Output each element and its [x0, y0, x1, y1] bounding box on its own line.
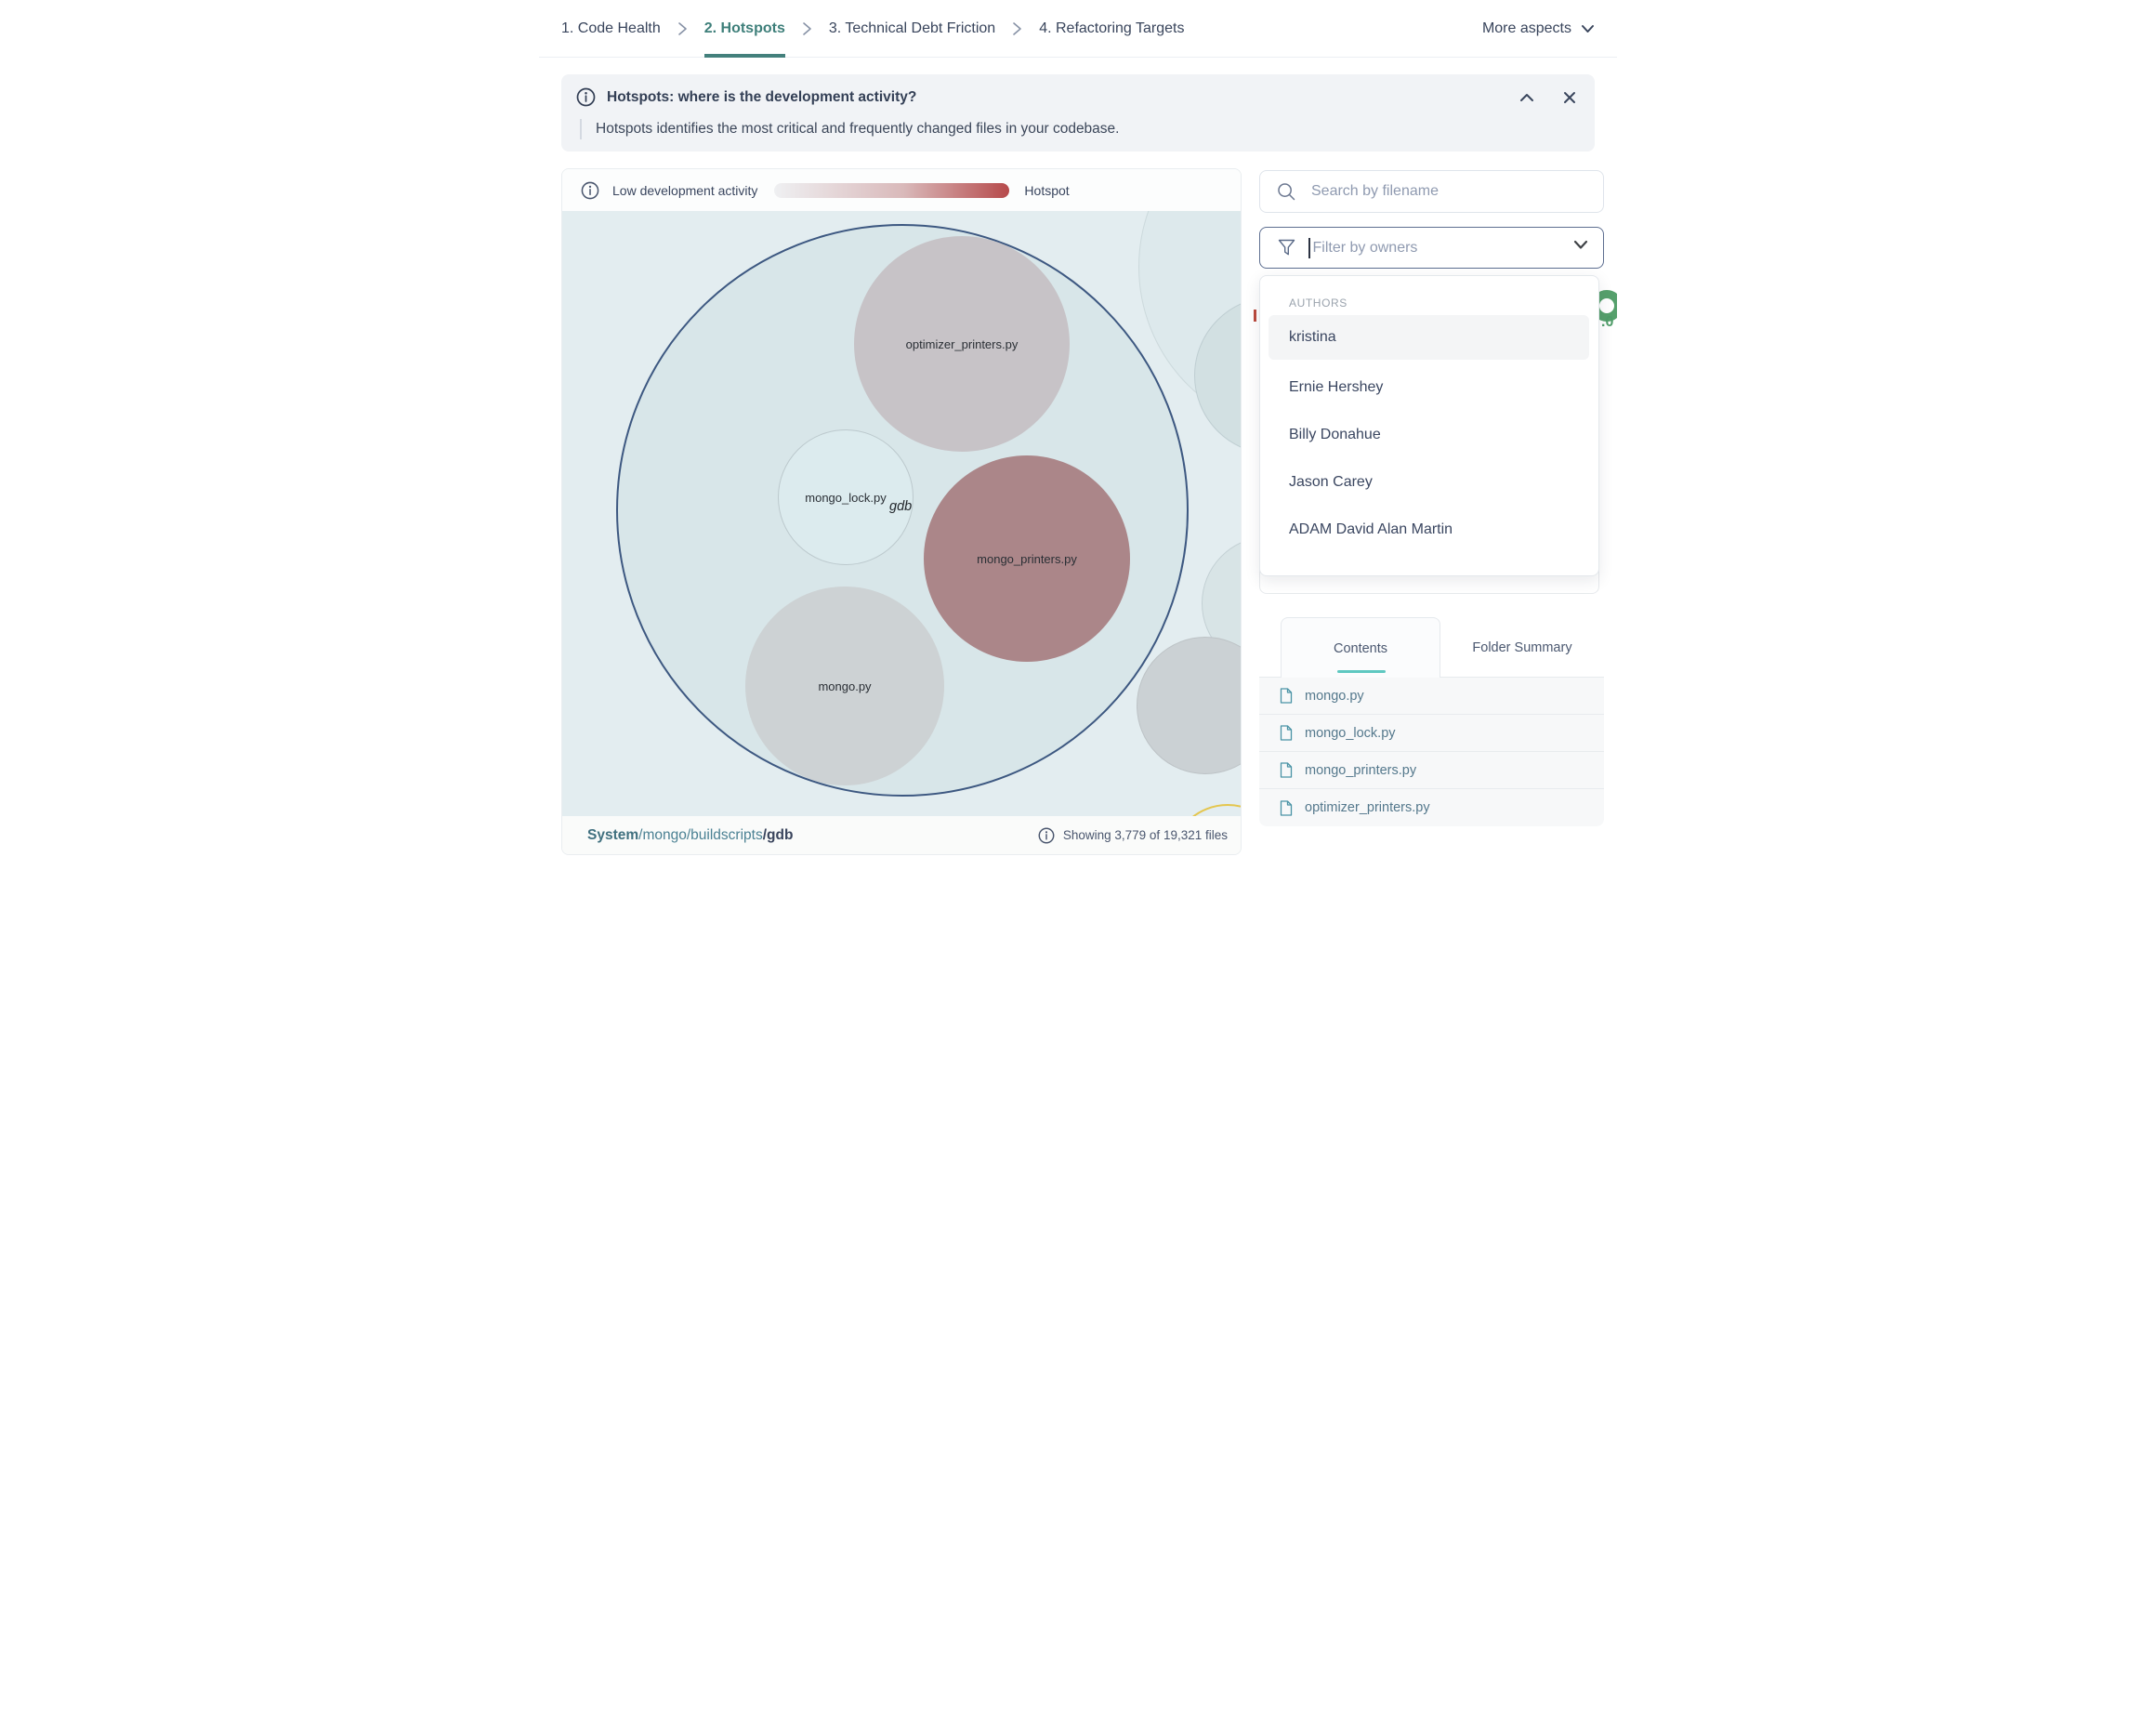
activity-legend: Low development activity Hotspot: [562, 169, 1241, 211]
sidebar-tabs: Contents Folder Summary: [1259, 617, 1604, 678]
banner-title: Hotspots: where is the development activ…: [607, 89, 916, 106]
filter-funnel-icon: [1278, 239, 1295, 257]
bubble-label: mongo_lock.py: [805, 491, 886, 505]
path-breadcrumb: System/mongo/buildscripts/gdb: [587, 827, 793, 844]
collapse-banner-button[interactable]: [1517, 87, 1537, 108]
bubble-label: optimizer_printers.py: [906, 337, 1019, 351]
search-placeholder: Search by filename: [1311, 183, 1439, 200]
filter-by-owners-input[interactable]: Filter by owners: [1259, 227, 1604, 269]
circle-packing-canvas: optimizer_printers.py mongo_lock.py mong…: [562, 211, 1242, 818]
file-bubble-mongo-py[interactable]: mongo.py: [745, 587, 944, 785]
info-icon: [1038, 827, 1055, 844]
authors-dropdown: AUTHORS kristina Ernie Hershey Billy Don…: [1259, 275, 1599, 576]
parent-folder-label: gdb: [889, 499, 912, 514]
banner-description: Hotspots identifies the most critical an…: [596, 121, 1119, 138]
author-option-billy-donahue[interactable]: Billy Donahue: [1269, 413, 1589, 457]
author-label: kristina: [1289, 329, 1336, 346]
nav-item-technical-debt-friction[interactable]: 3. Technical Debt Friction: [829, 0, 995, 57]
nav-item-label: 3. Technical Debt Friction: [829, 20, 995, 37]
text-cursor: [1308, 238, 1310, 258]
author-option-kristina[interactable]: kristina: [1269, 315, 1589, 360]
authors-header: AUTHORS: [1289, 297, 1348, 310]
tab-contents[interactable]: Contents: [1281, 617, 1440, 679]
nav-item-hotspots[interactable]: 2. Hotspots: [704, 0, 785, 57]
search-by-filename-input[interactable]: Search by filename: [1259, 170, 1604, 213]
file-icon: [1280, 800, 1293, 816]
path-current: /gdb: [763, 827, 794, 843]
nav-item-label: 2. Hotspots: [704, 20, 785, 37]
tab-label: Contents: [1334, 641, 1387, 656]
info-icon: [576, 87, 596, 107]
author-label: Jason Carey: [1289, 474, 1373, 491]
info-icon: [581, 181, 599, 200]
activity-gradient-scale: [774, 183, 1009, 198]
partial-bubble: [1137, 637, 1242, 774]
tab-folder-summary[interactable]: Folder Summary: [1440, 617, 1604, 678]
close-banner-button[interactable]: [1559, 87, 1580, 108]
file-link: optimizer_printers.py: [1305, 800, 1430, 815]
bubble-label: mongo.py: [818, 679, 871, 693]
nav-item-refactoring-targets[interactable]: 4. Refactoring Targets: [1039, 0, 1184, 57]
author-label: Ernie Hershey: [1289, 379, 1383, 396]
hotspots-page: 1. Code Health 2. Hotspots 3. Technical …: [539, 0, 1617, 864]
bubble-label: mongo_printers.py: [977, 552, 1077, 566]
files-shown-status: Showing 3,779 of 19,321 files: [1063, 828, 1228, 842]
path-middle-link[interactable]: /mongo/buildscripts: [638, 827, 763, 843]
author-label: Billy Donahue: [1289, 427, 1381, 443]
chevron-right-icon: [677, 21, 688, 36]
author-option-adam-david-alan-martin[interactable]: ADAM David Alan Martin: [1269, 508, 1589, 552]
tab-label: Folder Summary: [1472, 640, 1571, 655]
active-tab-underline: [1337, 670, 1386, 673]
code-health-score-fragment: .0: [1601, 314, 1613, 331]
author-option-ernie-hershey[interactable]: Ernie Hershey: [1269, 365, 1589, 410]
hotspot-map-panel: Low development activity Hotspot optimiz…: [561, 168, 1242, 855]
nav-item-label: 1. Code Health: [561, 20, 661, 37]
chevron-right-icon: [1012, 21, 1022, 36]
contents-file-list: mongo.py mongo_lock.py mongo_printers.py…: [1259, 678, 1604, 826]
top-navigation: 1. Code Health 2. Hotspots 3. Technical …: [539, 0, 1617, 58]
file-icon: [1280, 762, 1293, 778]
viz-footer: System/mongo/buildscripts/gdb Showing 3,…: [562, 816, 1241, 854]
aspect-breadcrumb: 1. Code Health 2. Hotspots 3. Technical …: [561, 0, 1184, 57]
banner-quote-bar: [580, 119, 582, 139]
chevron-right-icon: [802, 21, 812, 36]
file-bubble-mongo-lock[interactable]: mongo_lock.py: [778, 429, 914, 565]
nav-item-label: 4. Refactoring Targets: [1039, 20, 1184, 37]
file-bubble-optimizer-printers[interactable]: optimizer_printers.py: [854, 236, 1070, 452]
search-icon: [1277, 182, 1296, 202]
more-aspects-button[interactable]: More aspects: [1482, 0, 1595, 57]
file-row-optimizer-printers-py[interactable]: optimizer_printers.py: [1259, 789, 1604, 826]
file-row-mongo-lock-py[interactable]: mongo_lock.py: [1259, 715, 1604, 752]
chevron-down-icon[interactable]: [1573, 240, 1588, 250]
hotspots-info-banner: Hotspots: where is the development activ…: [561, 74, 1595, 152]
file-icon: [1280, 725, 1293, 741]
file-icon: [1280, 688, 1293, 704]
file-link: mongo_lock.py: [1305, 726, 1396, 741]
author-option-jason-carey[interactable]: Jason Carey: [1269, 460, 1589, 505]
hidden-hotspot-text-sliver: [1254, 310, 1256, 322]
more-aspects-label: More aspects: [1482, 20, 1571, 37]
author-label: ADAM David Alan Martin: [1289, 521, 1453, 538]
legend-low-label: Low development activity: [612, 183, 757, 198]
filter-placeholder: Filter by owners: [1313, 240, 1418, 257]
legend-hotspot-label: Hotspot: [1024, 183, 1069, 198]
file-link: mongo_printers.py: [1305, 763, 1416, 778]
chevron-down-icon: [1581, 24, 1595, 33]
path-root-link[interactable]: System: [587, 827, 638, 843]
file-row-mongo-printers-py[interactable]: mongo_printers.py: [1259, 752, 1604, 789]
file-link: mongo.py: [1305, 689, 1364, 704]
file-bubble-mongo-printers[interactable]: mongo_printers.py: [924, 455, 1130, 662]
file-row-mongo-py[interactable]: mongo.py: [1259, 678, 1604, 715]
nav-item-code-health[interactable]: 1. Code Health: [561, 0, 661, 57]
